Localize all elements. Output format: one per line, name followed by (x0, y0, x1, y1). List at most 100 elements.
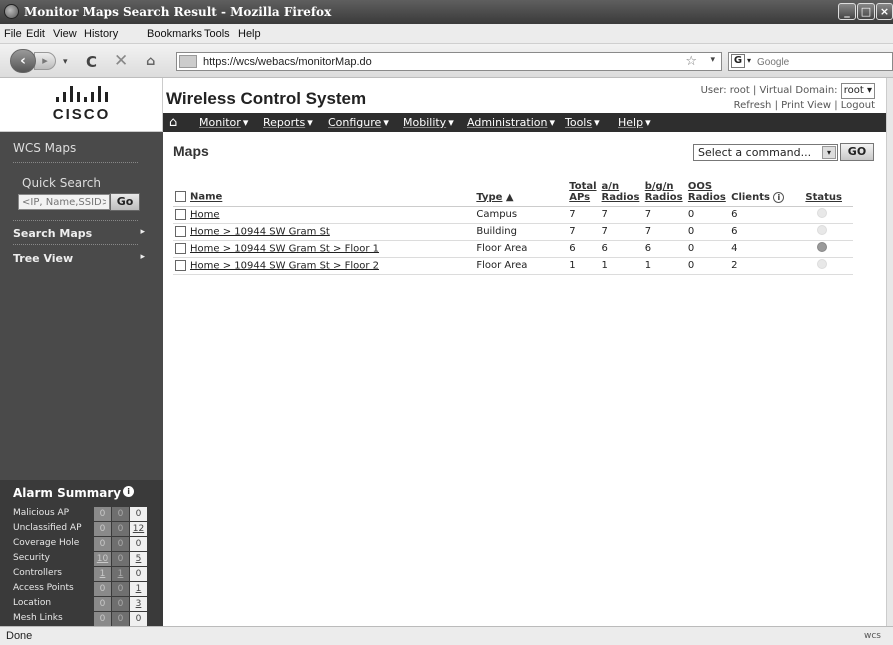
alarm-critical-count: 0 (94, 522, 111, 536)
row-checkbox[interactable] (175, 225, 186, 237)
menu-edit[interactable]: Edit (26, 28, 45, 40)
menu-tools[interactable]: Tools (204, 28, 230, 40)
search-input[interactable] (757, 55, 877, 69)
alarm-row: Unclassified AP 0 0 12 (13, 522, 163, 537)
menu-view[interactable]: View (53, 28, 77, 40)
url-dropdown-icon[interactable]: ▾ (710, 55, 715, 65)
alarm-critical-count: 0 (94, 582, 111, 596)
vertical-scrollbar[interactable] (886, 78, 893, 626)
chevron-right-icon: ▸ (140, 252, 145, 262)
menu-help[interactable]: Help (238, 28, 261, 40)
total-aps: 7 (567, 223, 600, 241)
alarm-minor-count[interactable]: 3 (130, 597, 147, 611)
divider (13, 244, 138, 245)
go-button[interactable]: GO (840, 143, 874, 161)
quick-search-go-button[interactable]: Go (110, 193, 140, 211)
alarm-major-count[interactable]: 1 (112, 567, 129, 581)
nav-monitor[interactable]: Monitor (199, 116, 248, 129)
nav-administration[interactable]: Administration (467, 116, 555, 129)
engine-dropdown-icon[interactable]: ▾ (747, 56, 751, 65)
map-name-link[interactable]: Home > 10944 SW Gram St (190, 226, 330, 237)
alarm-major-count: 0 (112, 552, 129, 566)
search-bar[interactable]: G ▾ (728, 52, 893, 71)
command-select[interactable]: Select a command... ▾ (693, 144, 838, 161)
clients-count: 2 (729, 257, 804, 275)
total-aps: 6 (567, 240, 600, 258)
alarm-minor-count[interactable]: 5 (130, 552, 147, 566)
minimize-button[interactable]: _ (838, 3, 856, 20)
alarm-label: Security (13, 553, 50, 563)
alarm-minor-count[interactable]: 1 (130, 582, 147, 596)
quick-search-label: Quick Search (22, 176, 101, 190)
alarm-label: Location (13, 598, 52, 608)
back-button[interactable]: ‹ (10, 49, 36, 73)
status-bar: Done wcs (0, 626, 893, 645)
site-identity-icon[interactable] (179, 55, 197, 68)
home-icon[interactable]: ⌂ (146, 54, 155, 69)
sidebar-item-label: Tree View (13, 252, 74, 265)
map-name-link[interactable]: Home > 10944 SW Gram St > Floor 2 (190, 260, 379, 271)
url-text: https://wcs/webacs/monitorMap.do (203, 56, 372, 68)
alarm-minor-count[interactable]: 12 (130, 522, 147, 536)
sidebar-item-tree-view[interactable]: Tree View ▸ (13, 252, 145, 265)
close-button[interactable]: × (876, 3, 893, 20)
menu-history[interactable]: History (84, 28, 118, 40)
row-checkbox[interactable] (175, 208, 186, 220)
url-bar[interactable]: https://wcs/webacs/monitorMap.do ☆ ▾ (176, 52, 722, 71)
virtual-domain-select[interactable]: root ▾ (840, 83, 875, 99)
menu-bookmarks[interactable]: Bookmarks (147, 28, 202, 40)
forward-button[interactable]: ▸ (34, 52, 56, 70)
stop-icon[interactable]: ✕ (114, 51, 128, 71)
nav-mobility[interactable]: Mobility (403, 116, 454, 129)
alarm-major-count: 0 (112, 597, 129, 611)
status-indicator-icon (817, 225, 828, 235)
menu-file[interactable]: File (4, 28, 22, 40)
nav-reports[interactable]: Reports (263, 116, 313, 129)
alarm-summary-title: Alarm Summary i (13, 486, 135, 500)
map-name-link[interactable]: Home (190, 209, 220, 220)
column-type[interactable]: Type (476, 192, 502, 203)
alarm-row: Malicious AP 0 0 0 (13, 507, 163, 522)
column-status[interactable]: Status (805, 192, 842, 203)
maximize-button[interactable]: □ (857, 3, 875, 20)
reload-icon[interactable]: C (86, 53, 97, 71)
info-icon[interactable]: i (123, 486, 135, 497)
google-icon[interactable]: G (731, 54, 745, 68)
alarm-major-count: 0 (112, 582, 129, 596)
page-title: Maps (173, 143, 209, 159)
alarm-critical-count[interactable]: 1 (94, 567, 111, 581)
column-total-aps[interactable]: Total APs (569, 181, 596, 203)
alarm-minor-count: 0 (130, 612, 147, 626)
row-checkbox[interactable] (175, 259, 186, 271)
nav-configure[interactable]: Configure (328, 116, 389, 129)
oos-radios: 0 (685, 257, 730, 275)
column-an-radios[interactable]: a/n Radios (602, 181, 640, 203)
cisco-bars-icon (56, 86, 108, 102)
home-nav-icon[interactable]: ⌂ (169, 115, 177, 130)
column-bgn-radios[interactable]: b/g/n Radios (645, 181, 683, 203)
column-clients: Clients (731, 191, 770, 203)
map-name-link[interactable]: Home > 10944 SW Gram St > Floor 1 (190, 243, 379, 254)
sidebar-item-search-maps[interactable]: Search Maps ▸ (13, 227, 145, 240)
main-content: Maps Select a command... ▾ GO Name Type ▲… (163, 132, 893, 626)
alarm-critical-count: 0 (94, 597, 111, 611)
alarm-label: Malicious AP (13, 508, 70, 518)
alarm-critical-count[interactable]: 10 (94, 552, 111, 566)
info-icon[interactable]: i (773, 191, 785, 203)
column-name[interactable]: Name (190, 192, 222, 203)
column-oos-radios[interactable]: OOS Radios (688, 181, 726, 203)
select-all-checkbox[interactable] (175, 191, 186, 202)
bookmark-star-icon[interactable]: ☆ (685, 54, 697, 69)
alarm-row: Security 10 0 5 (13, 552, 163, 567)
nav-tools[interactable]: Tools (565, 116, 600, 129)
header-links[interactable]: Refresh | Print View | Logout (701, 99, 875, 113)
quick-search-input[interactable] (18, 194, 110, 210)
main-navigation: ⌂ Monitor Reports Configure Mobility Adm… (163, 113, 893, 132)
table-row: Home > 10944 SW Gram St > Floor 1 Floor A… (173, 240, 853, 258)
total-aps: 7 (567, 206, 600, 224)
history-dropdown-icon[interactable]: ▾ (63, 57, 68, 67)
nav-help[interactable]: Help (618, 116, 651, 129)
menubar: File Edit View History Bookmarks Tools H… (0, 24, 893, 44)
firefox-icon (4, 4, 19, 19)
row-checkbox[interactable] (175, 242, 186, 254)
